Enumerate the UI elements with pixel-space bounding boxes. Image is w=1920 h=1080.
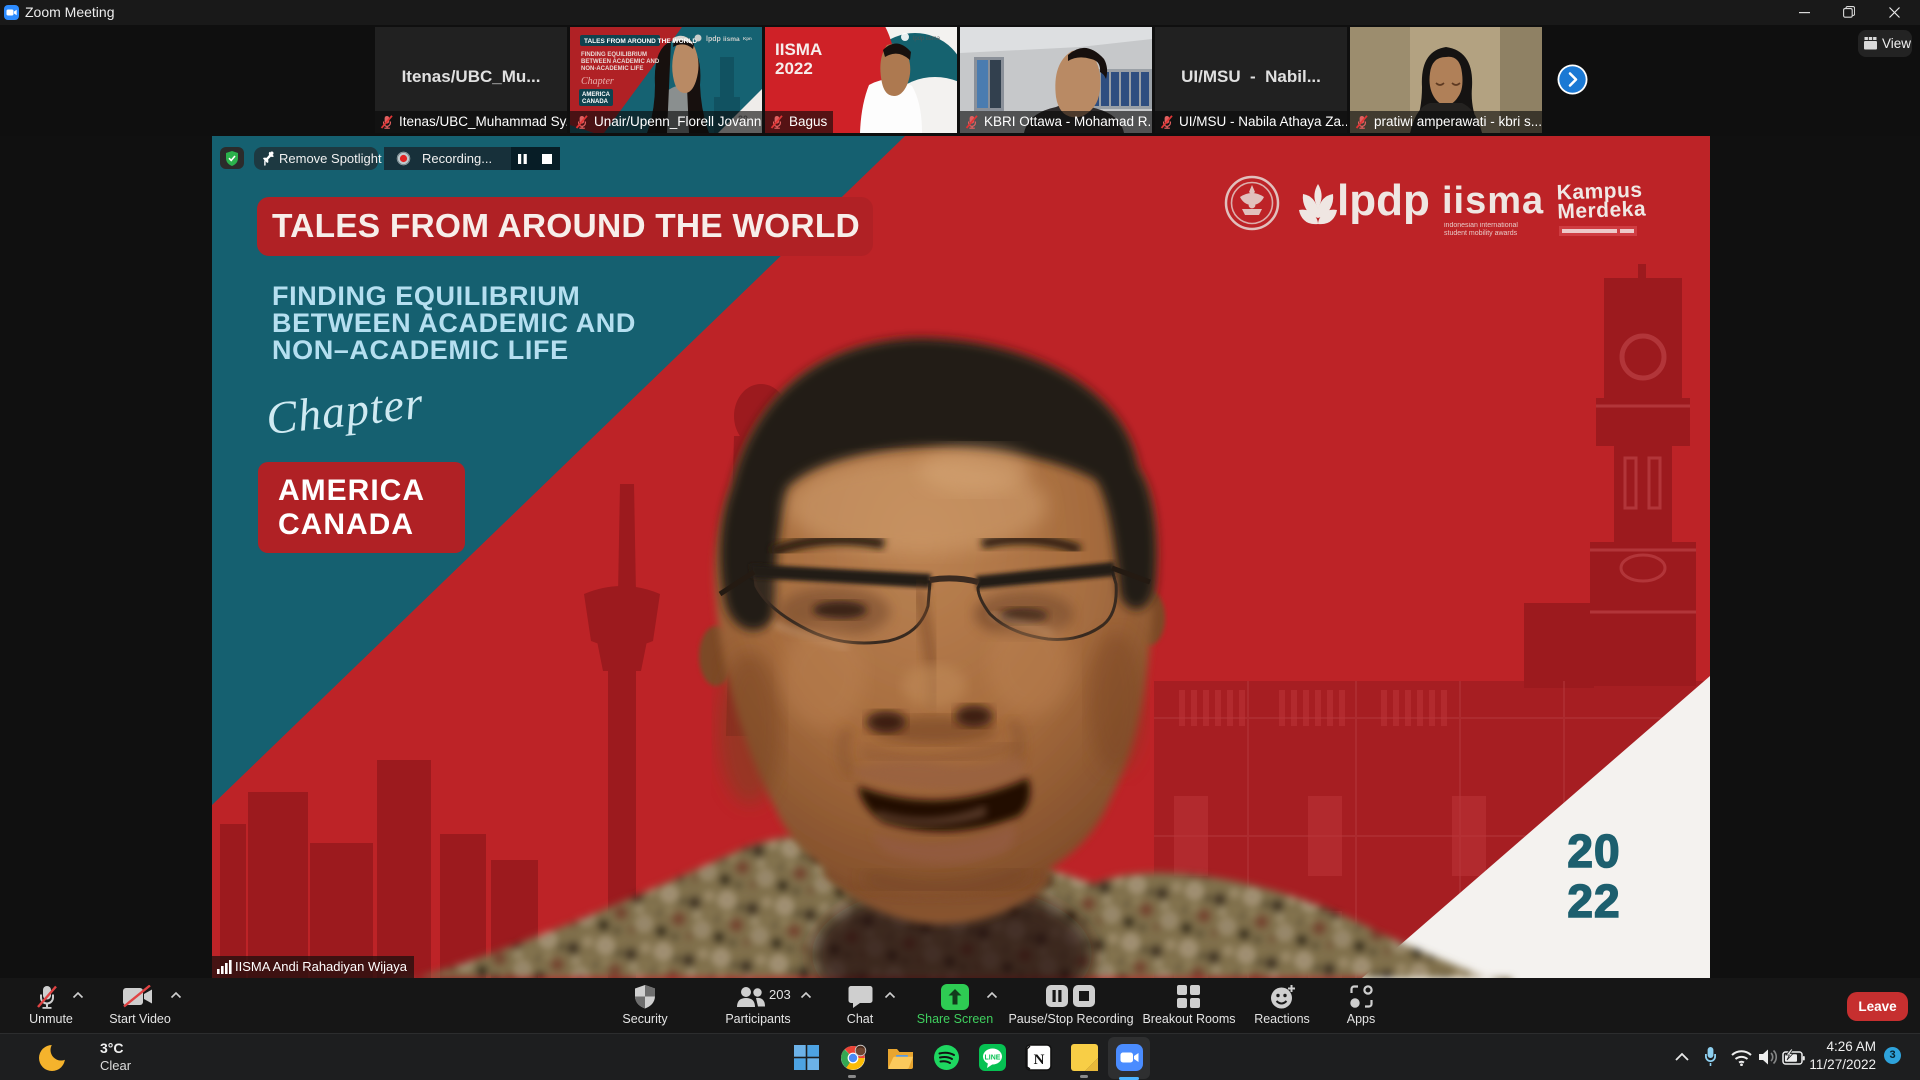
svg-text:Chapter: Chapter [581, 76, 614, 87]
svg-text:iisma: iisma [723, 36, 740, 43]
svg-text:CANADA: CANADA [582, 99, 609, 105]
svg-text:NON-ACADEMIC LIFE: NON-ACADEMIC LIFE [581, 66, 643, 72]
svg-text:FINDING EQUILIBRIUM: FINDING EQUILIBRIUM [581, 52, 647, 58]
svg-text:N: N [1034, 1052, 1045, 1068]
svg-text:Kpn: Kpn [743, 36, 752, 41]
svg-text:IISMA: IISMA [775, 40, 822, 59]
svg-text:lpdp iisma: lpdp iisma [913, 36, 941, 42]
svg-text:TALES FROM AROUND THE WORLD: TALES FROM AROUND THE WORLD [584, 38, 697, 45]
svg-text:BETWEEN ACADEMIC AND: BETWEEN ACADEMIC AND [581, 59, 660, 65]
svg-text:lpdp: lpdp [706, 36, 721, 43]
svg-text:2022: 2022 [775, 59, 813, 78]
svg-text:AMERICA: AMERICA [582, 92, 611, 98]
svg-text:LINE: LINE [985, 1055, 1001, 1062]
